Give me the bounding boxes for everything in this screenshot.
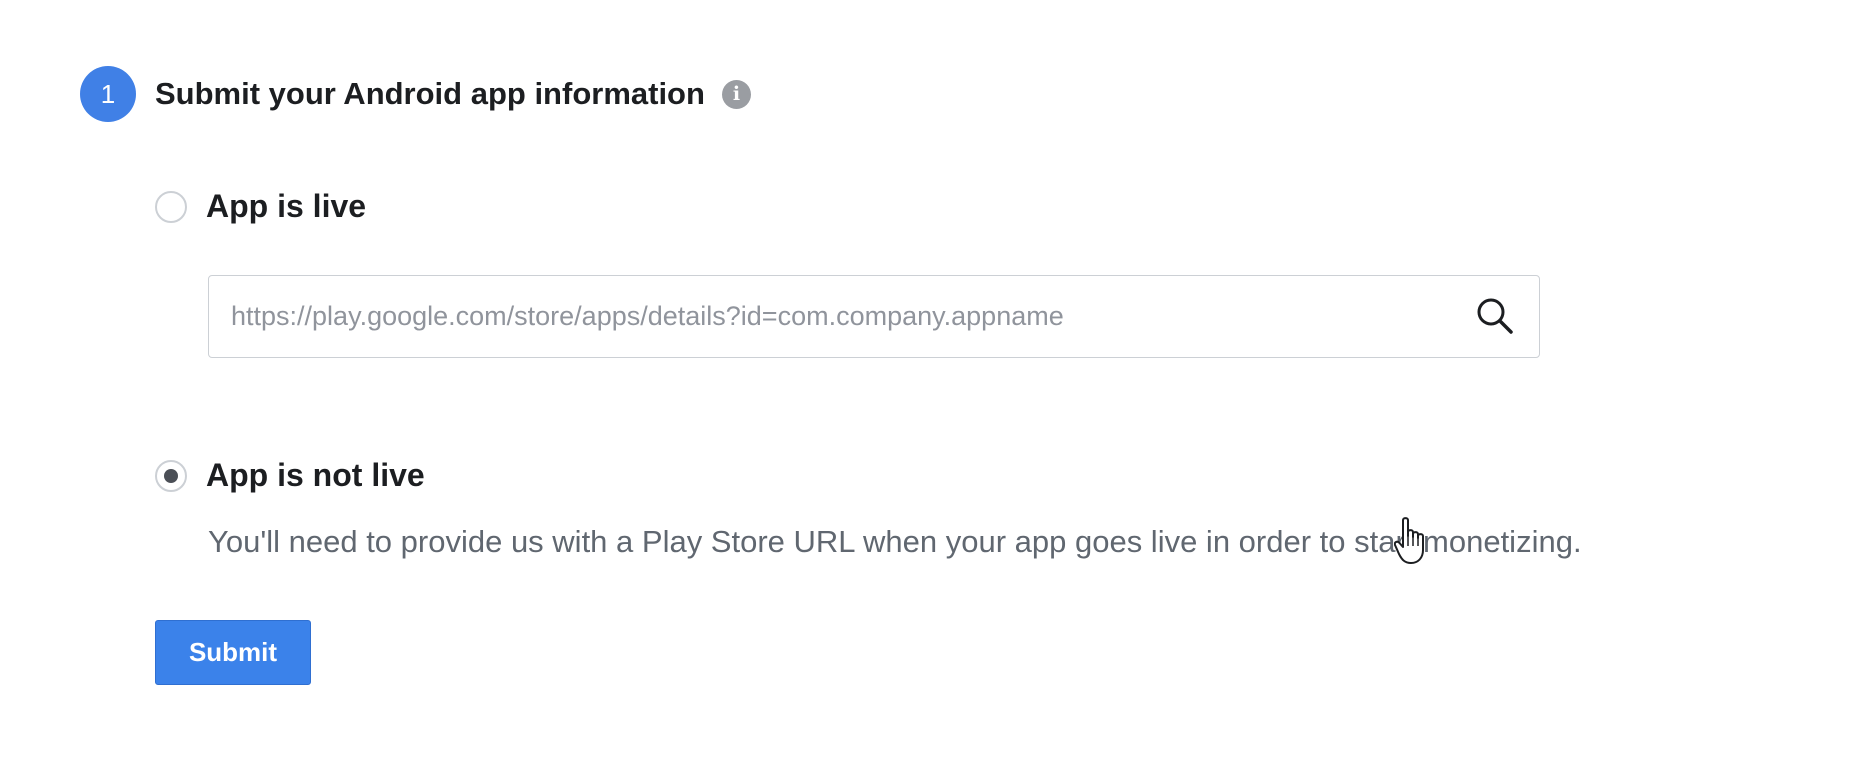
option-app-is-not-live[interactable]: App is not live <box>155 457 425 494</box>
search-icon[interactable] <box>1475 296 1515 336</box>
step-header: 1 Submit your Android app information i <box>80 66 751 122</box>
radio-label-app-is-not-live[interactable]: App is not live <box>206 457 425 494</box>
radio-app-is-live[interactable] <box>155 190 187 223</box>
step-number-badge: 1 <box>80 66 136 122</box>
not-live-helper-text: You'll need to provide us with a Play St… <box>208 524 1582 559</box>
radio-label-app-is-live[interactable]: App is live <box>206 188 366 225</box>
play-store-url-field[interactable] <box>208 275 1540 358</box>
step-title: Submit your Android app information <box>155 76 705 111</box>
submit-button[interactable]: Submit <box>155 620 311 685</box>
play-store-url-input[interactable] <box>231 276 1451 357</box>
option-app-is-live[interactable]: App is live <box>155 188 366 225</box>
info-icon[interactable]: i <box>721 79 751 109</box>
radio-app-is-not-live[interactable] <box>155 459 187 492</box>
